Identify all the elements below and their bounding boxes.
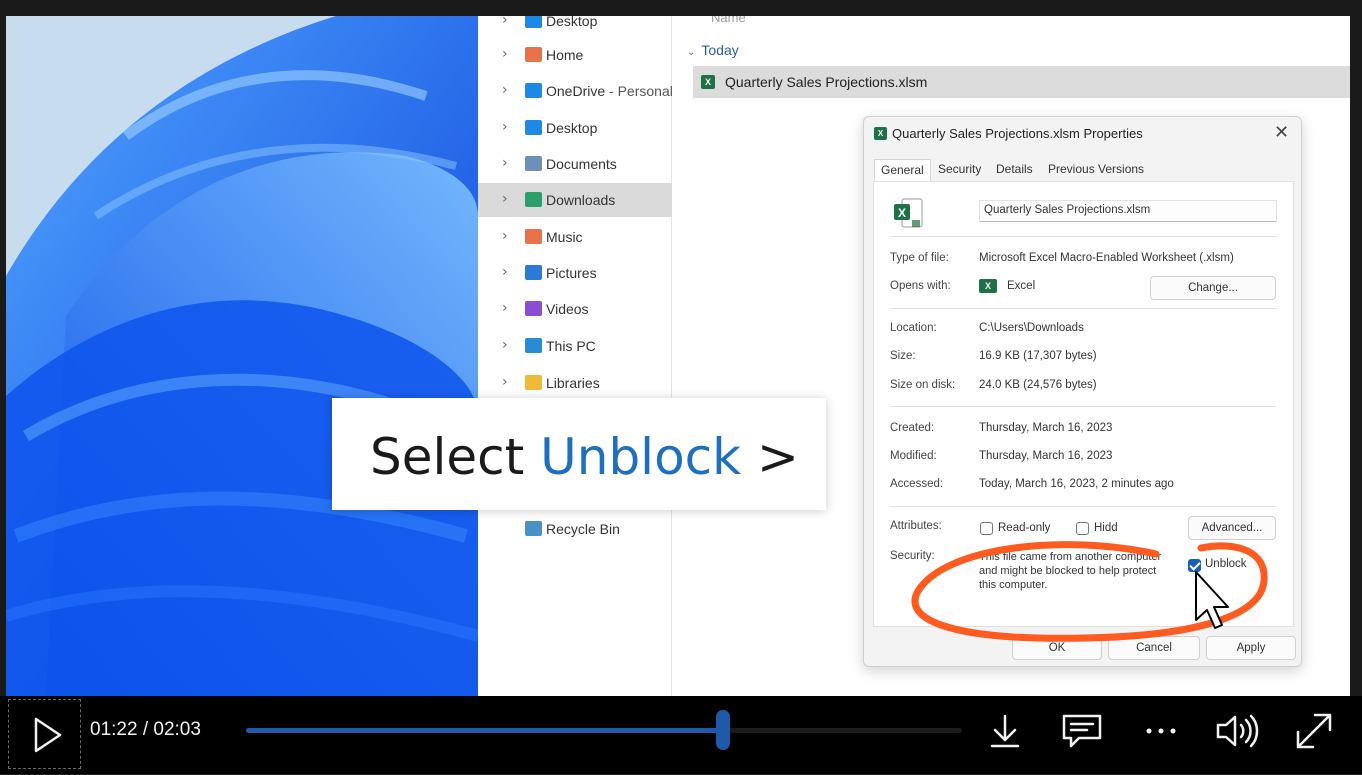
play-icon <box>34 717 62 753</box>
time-display: 01:22 / 02:03 <box>90 719 201 741</box>
seek-bar-progress <box>246 728 724 733</box>
fullscreen-icon[interactable] <box>1291 708 1337 754</box>
annotation-overlay <box>911 541 1268 642</box>
volume-icon[interactable] <box>1213 708 1259 754</box>
seek-bar[interactable] <box>246 710 962 750</box>
more-options-icon[interactable] <box>1138 708 1184 754</box>
current-time: 01:22 <box>90 719 138 740</box>
time-separator: / <box>142 719 149 740</box>
captions-icon[interactable] <box>1059 708 1105 754</box>
video-control-bar: 01:22 / 02:03 <box>0 696 1362 774</box>
video-frame[interactable]: › Desktop › Home › OneDrive - Personal › Deskto… <box>6 16 1350 696</box>
download-icon[interactable] <box>982 708 1028 754</box>
video-player: › Desktop › Home › OneDrive - Personal › Deskto… <box>0 0 1362 774</box>
play-button[interactable] <box>8 699 81 769</box>
duration: 02:03 <box>153 719 201 740</box>
seek-bar-thumb[interactable] <box>716 710 731 750</box>
